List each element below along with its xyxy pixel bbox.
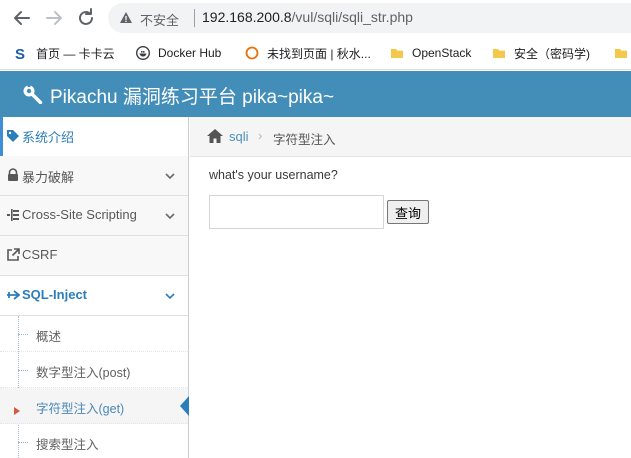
sidebar-item-bruteforce[interactable]: 暴力破解 — [0, 156, 188, 196]
chevron-down-icon — [164, 289, 176, 307]
url-path: /vul/sqli/sqli_str.php — [291, 9, 413, 25]
back-arrow-icon[interactable] — [10, 6, 34, 30]
submenu-item-overview[interactable]: 概述 — [0, 316, 188, 352]
submenu-item-string[interactable]: 字符型注入(get) — [0, 388, 189, 424]
sqli-submenu: 概述 数字型注入(post) 字符型注入(get) 搜索型注入 — [0, 316, 189, 458]
address-bar[interactable]: 不安全 192.168.200.8/vul/sqli/sqli_str.php — [108, 3, 631, 33]
url-host: 192.168.200.8 — [202, 9, 292, 25]
insecure-label: 不安全 — [140, 13, 180, 28]
breadcrumb-current: 字符型注入 — [273, 133, 336, 147]
sidebar-item-csrf[interactable]: CSRF — [0, 236, 188, 276]
submenu-item-label: 数字型注入(post) — [36, 366, 131, 380]
bookmark-item[interactable]: 安全（密码学) — [492, 44, 590, 62]
sidebar-item-xss[interactable]: Cross-Site Scripting — [0, 196, 188, 236]
username-input[interactable] — [209, 195, 384, 229]
tree-branch — [18, 442, 28, 443]
plane-icon — [6, 288, 21, 302]
sidebar-item-label: 系统介绍 — [22, 130, 75, 145]
caret-right-icon — [14, 402, 20, 420]
browser-toolbar: 不安全 192.168.200.8/vul/sqli/sqli_str.php — [0, 0, 631, 36]
url-text: 192.168.200.8/vul/sqli/sqli_str.php — [202, 9, 413, 25]
sidebar-item-intro[interactable]: 系统介绍 — [0, 117, 188, 157]
bookmark-folder-partial[interactable] — [614, 44, 631, 62]
submenu-item-label: 概述 — [36, 330, 62, 344]
site-title[interactable]: Pikachu 漏洞练习平台 pika~pika~ — [50, 82, 334, 109]
bookmarks-bar: S 首页 — 卡卡云 Docker Hub 未找到页面 | 秋水... Open… — [0, 36, 631, 70]
home-icon[interactable] — [206, 128, 224, 149]
chevron-down-icon — [164, 169, 176, 187]
sidebar-item-label: CSRF — [22, 247, 58, 262]
sidebar-item-label: Cross-Site Scripting — [22, 207, 137, 222]
folder-icon — [614, 46, 628, 60]
bookmark-item[interactable]: 未找到页面 | 秋水... — [245, 44, 371, 62]
bookmark-label: 安全（密码学) — [514, 46, 590, 61]
forward-arrow-icon[interactable] — [42, 6, 66, 30]
list-icon — [6, 208, 20, 222]
breadcrumb-link[interactable]: sqli — [229, 129, 249, 144]
bookmark-label: 未找到页面 | 秋水... — [267, 46, 371, 61]
breadcrumb: sqli › 字符型注入 — [190, 117, 631, 157]
submenu-item-label: 搜索型注入 — [36, 438, 99, 452]
circle-icon — [245, 46, 259, 60]
folder-icon — [492, 46, 506, 60]
reload-icon[interactable] — [74, 6, 98, 30]
site-header: Pikachu 漏洞练习平台 pika~pika~ — [0, 71, 631, 117]
bookmark-label: Docker Hub — [158, 46, 222, 60]
submenu-item-numeric[interactable]: 数字型注入(post) — [0, 352, 188, 388]
sidebar-item-sqli[interactable]: SQL-Inject — [0, 276, 188, 316]
url-separator — [194, 9, 195, 27]
sidebar: 系统介绍 暴力破解 Cross-Site Scripting CSRF SQL-… — [0, 117, 189, 458]
sidebar-item-label: SQL-Inject — [22, 287, 88, 302]
active-pointer-icon — [180, 396, 189, 421]
s-logo-icon: S — [14, 46, 28, 63]
bookmark-label: 首页 — 卡卡云 — [36, 46, 115, 61]
tree-branch — [18, 334, 28, 335]
tree-branch — [18, 370, 28, 371]
query-button[interactable]: 查询 — [387, 200, 429, 224]
wrench-icon — [22, 84, 44, 109]
bookmark-item[interactable]: OpenStack — [390, 44, 471, 62]
sidebar-item-label: 暴力破解 — [22, 170, 75, 185]
bookmark-label: OpenStack — [412, 46, 472, 60]
tag-icon — [6, 129, 20, 143]
submenu-item-label: 字符型注入(get) — [36, 402, 125, 416]
bookmark-item[interactable]: Docker Hub — [135, 44, 222, 62]
svg-text:S: S — [15, 46, 25, 60]
username-question: what's your username? — [209, 168, 338, 182]
docker-icon — [135, 45, 151, 61]
folder-icon — [390, 46, 404, 60]
lock-icon — [6, 168, 20, 182]
external-link-icon — [6, 248, 20, 262]
warning-icon — [119, 11, 133, 25]
chevron-down-icon — [164, 209, 176, 227]
breadcrumb-separator: › — [258, 128, 263, 143]
bookmark-item[interactable]: S 首页 — 卡卡云 — [14, 44, 115, 63]
submenu-item-search[interactable]: 搜索型注入 — [0, 424, 188, 458]
